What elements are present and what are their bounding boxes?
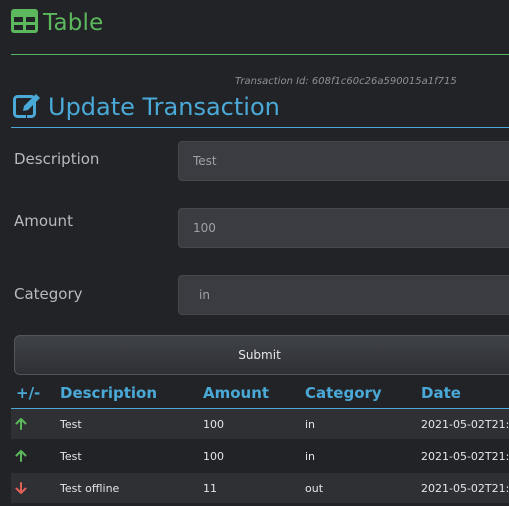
description-field[interactable]: Test — [178, 141, 509, 181]
table-row[interactable]: Test 100 in 2021-05-02T21:40 — [11, 409, 509, 439]
row-description: Test — [60, 449, 82, 463]
transaction-id: Transaction Id: 608f1c60c26a590015a1f715 — [235, 76, 457, 87]
table-icon — [11, 9, 38, 37]
table-row[interactable]: Test 100 in 2021-05-02T21:40 — [11, 441, 509, 471]
amount-label: Amount — [14, 212, 73, 230]
description-label: Description — [14, 150, 100, 168]
description-value: Test — [193, 154, 217, 168]
category-select[interactable]: in — [178, 275, 509, 315]
row-category: in — [305, 449, 316, 463]
submit-label: Submit — [238, 348, 281, 362]
row-amount: 100 — [203, 417, 224, 431]
arrow-up-icon — [15, 409, 27, 439]
column-header-sign: +/- — [16, 384, 41, 402]
arrow-up-icon — [15, 441, 27, 471]
form-title: Update Transaction — [13, 92, 280, 122]
amount-field[interactable]: 100 — [178, 208, 509, 248]
column-header-amount: Amount — [203, 384, 270, 402]
table-row[interactable]: Test offline 11 out 2021-05-02T21:24 — [11, 473, 509, 503]
page-title: Table — [43, 10, 104, 36]
row-amount: 100 — [203, 449, 224, 463]
row-category: in — [305, 417, 316, 431]
row-amount: 11 — [203, 481, 217, 495]
column-header-description: Description — [60, 384, 158, 402]
column-header-category: Category — [305, 384, 382, 402]
header-divider — [11, 54, 509, 55]
edit-icon — [13, 92, 42, 123]
category-label: Category — [14, 285, 83, 303]
submit-button[interactable]: Submit — [14, 335, 509, 375]
form-divider — [11, 127, 509, 128]
form-title-text: Update Transaction — [48, 93, 280, 121]
arrow-down-icon — [15, 473, 27, 503]
category-value: in — [199, 288, 210, 302]
column-header-date: Date — [421, 384, 461, 402]
row-date: 2021-05-02T21:40 — [421, 449, 509, 463]
amount-value: 100 — [193, 221, 216, 235]
row-description: Test offline — [60, 481, 120, 495]
row-date: 2021-05-02T21:24 — [421, 481, 509, 495]
row-date: 2021-05-02T21:40 — [421, 417, 509, 431]
row-category: out — [305, 481, 324, 495]
page-header: Table — [11, 8, 103, 38]
row-description: Test — [60, 417, 82, 431]
